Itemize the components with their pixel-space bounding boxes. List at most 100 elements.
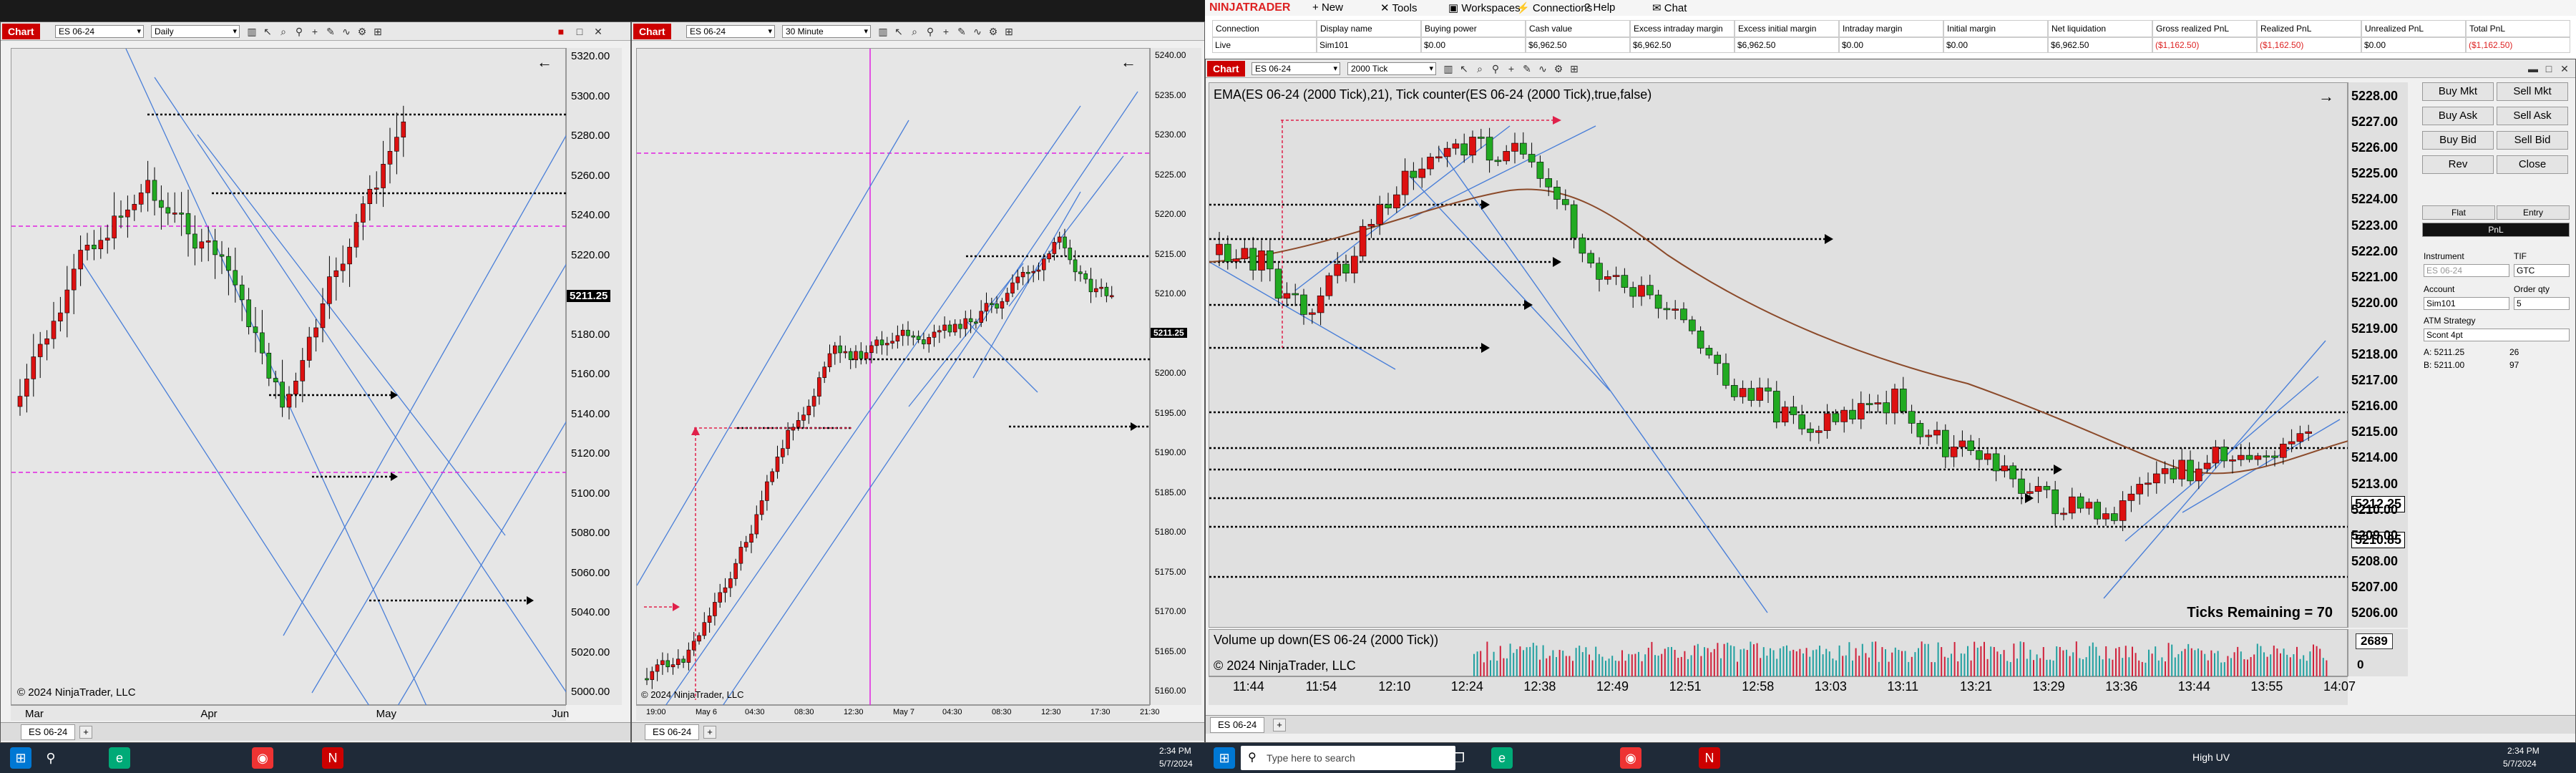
column-header[interactable]: Realized PnL xyxy=(2257,20,2361,37)
search-icon[interactable]: ⚲ xyxy=(924,25,937,38)
drawing-icon[interactable]: ✎ xyxy=(324,25,337,38)
close-icon[interactable]: ✕ xyxy=(592,25,605,38)
pointer-icon[interactable]: ↖ xyxy=(892,25,905,38)
edge-icon[interactable]: e xyxy=(1491,747,1513,769)
column-header[interactable]: Unrealized PnL xyxy=(2361,20,2466,37)
crosshair-icon[interactable]: + xyxy=(1505,62,1518,75)
sell-mkt-button[interactable]: Sell Mkt xyxy=(2497,82,2568,101)
windows-start-icon[interactable]: ⊞ xyxy=(1214,747,1235,769)
chart-tab[interactable]: ES 06-24 xyxy=(21,724,76,740)
menu-new[interactable]: + New xyxy=(1312,1,1343,14)
zoom-icon[interactable]: ⌕ xyxy=(277,25,290,38)
search-icon[interactable]: ⚲ xyxy=(293,25,306,38)
accounts-grid[interactable]: Connection Live Display name Sim101 Buying p… xyxy=(1212,20,2576,57)
menu-help[interactable]: ? Help xyxy=(1584,1,1615,14)
column-header[interactable]: Excess initial margin xyxy=(1735,20,1839,37)
chrome-icon[interactable]: ◉ xyxy=(1620,747,1641,769)
back-arrow-icon[interactable]: ← xyxy=(1121,53,1136,72)
instrument-selector[interactable]: ES 06-24 xyxy=(1252,62,1340,75)
crosshair-icon[interactable]: + xyxy=(308,25,321,38)
bar-type-icon[interactable]: ▥ xyxy=(877,25,889,38)
close-icon[interactable]: ✕ xyxy=(2558,62,2571,75)
sell-bid-button[interactable]: Sell Bid xyxy=(2497,131,2568,150)
column-header[interactable]: Intraday margin xyxy=(1839,20,1943,37)
time-tick-label: 04:30 xyxy=(745,708,765,716)
add-tab-button[interactable]: + xyxy=(79,726,92,739)
drawing-icon[interactable]: ✎ xyxy=(955,25,968,38)
minimize-icon[interactable]: ▬ xyxy=(2527,62,2540,75)
buy-bid-button[interactable]: Buy Bid xyxy=(2422,131,2494,150)
column-header[interactable]: Total PnL xyxy=(2466,20,2570,37)
grid-icon[interactable]: ⊞ xyxy=(371,25,384,38)
chrome-icon[interactable]: ◉ xyxy=(252,747,273,769)
menu-tools[interactable]: ✕ Tools xyxy=(1380,1,1418,14)
edge-icon[interactable]: e xyxy=(109,747,130,769)
order-qty-stepper[interactable]: 5 xyxy=(2514,297,2570,310)
column-header[interactable]: Display name xyxy=(1317,20,1421,37)
interval-selector[interactable]: 2000 Tick xyxy=(1347,62,1436,75)
bar-type-icon[interactable]: ▥ xyxy=(1442,62,1455,75)
strategy-icon[interactable]: ⚙ xyxy=(356,25,369,38)
chart-menu-button[interactable]: Chart xyxy=(633,24,671,39)
pointer-icon[interactable]: ↖ xyxy=(261,25,274,38)
column-header[interactable]: Buying power xyxy=(1421,20,1526,37)
account-selector[interactable]: Sim101 xyxy=(2424,297,2509,310)
bar-type-icon[interactable]: ▥ xyxy=(245,25,258,38)
chart-menu-button[interactable]: Chart xyxy=(2,24,40,39)
column-header[interactable]: Cash value xyxy=(1526,20,1630,37)
pnl-toggle[interactable]: PnL xyxy=(2422,223,2570,237)
column-header[interactable]: Net liquidation xyxy=(2048,20,2152,37)
zoom-icon[interactable]: ⌕ xyxy=(1473,62,1486,75)
add-tab-button[interactable]: + xyxy=(703,726,716,739)
chart-menu-button[interactable]: Chart xyxy=(1207,61,1245,77)
column-header[interactable]: Connection xyxy=(1212,20,1317,37)
buy-mkt-button[interactable]: Buy Mkt xyxy=(2422,82,2494,101)
menu-chat[interactable]: ✉ Chat xyxy=(1652,1,1687,14)
menu-connections[interactable]: ⚡ Connections xyxy=(1516,1,1592,14)
back-arrow-icon[interactable]: ← xyxy=(537,53,552,72)
instrument-selector[interactable]: ES 06-24 xyxy=(55,25,144,38)
add-tab-button[interactable]: + xyxy=(1273,719,1286,731)
crosshair-icon[interactable]: + xyxy=(940,25,952,38)
instrument-field[interactable]: ES 06-24 xyxy=(2424,264,2509,277)
forward-arrow-icon[interactable]: → xyxy=(2318,87,2334,106)
chart-tab[interactable]: ES 06-24 xyxy=(1210,717,1265,733)
windows-start-icon[interactable]: ⊞ xyxy=(10,747,31,769)
interval-selector[interactable]: 30 Minute xyxy=(782,25,871,38)
daily-price-panel[interactable]: © 2024 NinjaTrader, LLC ← xyxy=(11,48,574,706)
buy-ask-button[interactable]: Buy Ask xyxy=(2422,107,2494,125)
rev-button[interactable]: Rev xyxy=(2422,155,2494,174)
indicator-icon[interactable]: ∿ xyxy=(340,25,353,38)
close-button[interactable]: Close xyxy=(2497,155,2568,174)
column-header[interactable]: Gross realized PnL xyxy=(2152,20,2257,37)
ninjatrader-icon[interactable]: N xyxy=(1699,747,1720,769)
search-icon[interactable]: ⚲ xyxy=(40,747,62,769)
restore-icon[interactable]: □ xyxy=(2542,62,2555,75)
minute-price-panel[interactable]: © 2024 NinjaTrader, LLC ← xyxy=(636,48,1151,706)
indicator-icon[interactable]: ∿ xyxy=(971,25,984,38)
zoom-icon[interactable]: ⌕ xyxy=(908,25,921,38)
tif-selector[interactable]: GTC xyxy=(2514,264,2570,277)
taskbar-search[interactable]: ⚲ Type here to search xyxy=(1241,746,1455,770)
restore-icon[interactable]: □ xyxy=(573,25,586,38)
grid-icon[interactable]: ⊞ xyxy=(1002,25,1015,38)
drawing-icon[interactable]: ✎ xyxy=(1521,62,1533,75)
chart-tab[interactable]: ES 06-24 xyxy=(645,724,700,740)
column-header[interactable]: Excess intraday margin xyxy=(1630,20,1735,37)
atm-strategy-selector[interactable]: Scont 4pt xyxy=(2424,329,2570,341)
tick-price-panel[interactable]: EMA(ES 06-24 (2000 Tick),21), Tick count… xyxy=(1209,82,2349,628)
strategy-icon[interactable]: ⚙ xyxy=(987,25,1000,38)
column-header[interactable]: Initial margin xyxy=(1943,20,2048,37)
strategy-icon[interactable]: ⚙ xyxy=(1552,62,1565,75)
task-view-icon[interactable]: ❐ xyxy=(1448,747,1470,769)
sell-ask-button[interactable]: Sell Ask xyxy=(2497,107,2568,125)
interval-selector[interactable]: Daily xyxy=(151,25,240,38)
grid-icon[interactable]: ⊞ xyxy=(1568,62,1581,75)
minimize-icon[interactable]: ■ xyxy=(555,25,567,38)
ninjatrader-icon[interactable]: N xyxy=(322,747,343,769)
indicator-icon[interactable]: ∿ xyxy=(1536,62,1549,75)
pointer-icon[interactable]: ↖ xyxy=(1458,62,1470,75)
menu-workspaces[interactable]: ▣ Workspaces xyxy=(1448,1,1521,14)
search-icon[interactable]: ⚲ xyxy=(1489,62,1502,75)
instrument-selector[interactable]: ES 06-24 xyxy=(686,25,775,38)
